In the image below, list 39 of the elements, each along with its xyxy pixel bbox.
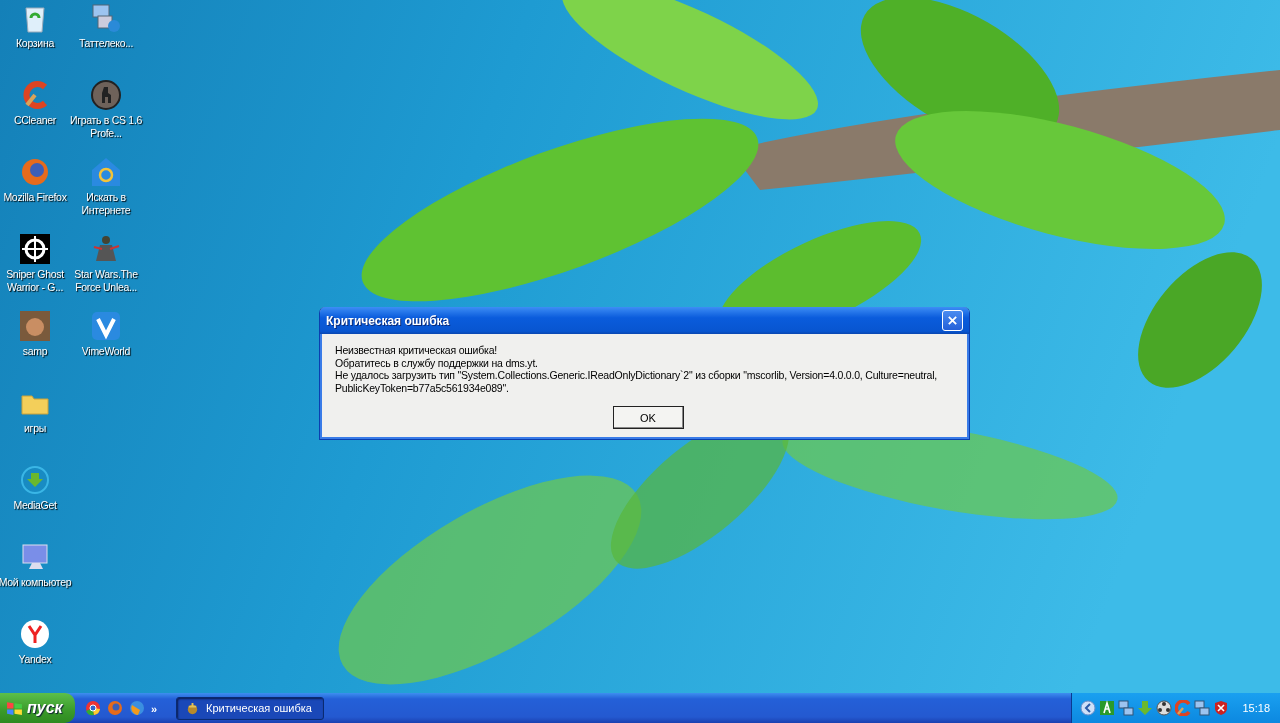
desktop-icon-label[interactable]: Таттелеко... [69,37,143,50]
soldier-silhouette-icon[interactable] [90,79,122,111]
desktop-icon-label[interactable]: Sniper Ghost Warrior - G... [0,268,72,294]
taskbar-task-button[interactable]: Критическая ошибка [176,696,324,720]
quick-launch-more[interactable]: » [151,703,158,715]
dialog-title: Критическая ошибка [326,313,450,328]
desktop-icon-label[interactable]: Mozilla Firefox [0,191,72,204]
desktop-icon-label[interactable]: Корзина [0,37,72,50]
network-computers-icon[interactable] [1118,700,1135,716]
desktop-icon-label[interactable]: Мой компьютер [0,576,72,589]
desktop-icon-label[interactable]: CCleaner [0,114,72,127]
error-message-line: Обратитесь в службу поддержки на dms.yt. [335,356,539,369]
chrome-like-circle-icon[interactable] [85,700,101,716]
crosshair-icon[interactable] [19,233,51,265]
network-computers-icon[interactable] [90,2,122,34]
film-reel-icon[interactable] [1156,700,1173,716]
globe-icon[interactable] [129,700,145,716]
close-button[interactable] [942,310,963,331]
desktop-icon-label[interactable]: samp [0,345,72,358]
desktop-icon-label[interactable]: Star Wars.The Force Unlea... [69,268,143,294]
chevron-left-icon[interactable] [1080,700,1097,716]
network-computers-icon[interactable] [1194,700,1211,716]
windows-flag-icon [6,699,23,717]
desktop-icon-label[interactable]: Yandex [0,653,72,666]
clock: 15:18 [1242,702,1270,714]
desktop-icon-label[interactable]: VimeWorld [69,345,143,358]
portrait-icon[interactable] [19,310,51,342]
desktop-icon-label[interactable]: MediaGet [0,499,72,512]
letter-circle-icon[interactable] [19,618,51,650]
desktop-icon-label[interactable]: Искать в Интернете [69,191,143,217]
error-message-line: Не удалось загрузить тип "System.Collections.Generic.IReadOnlyDictionary`2" из сборки "mscorlib, Version=4.0.0.0, Culture=neutral, PublicKeyToken=b77a5c561934e089". [335,369,939,394]
letter-square-icon[interactable] [1099,700,1116,716]
start-button[interactable]: пуск [0,693,75,723]
emblem-icon [185,700,200,716]
desktop-icon-label[interactable]: Играть в CS 1.6 Profe... [69,114,143,140]
close-icon [947,315,958,326]
ok-button[interactable]: OK [612,406,684,429]
error-message-line: Неизвестная критическая ошибка! [335,344,499,357]
desktop-icon-label[interactable]: игры [0,422,72,435]
